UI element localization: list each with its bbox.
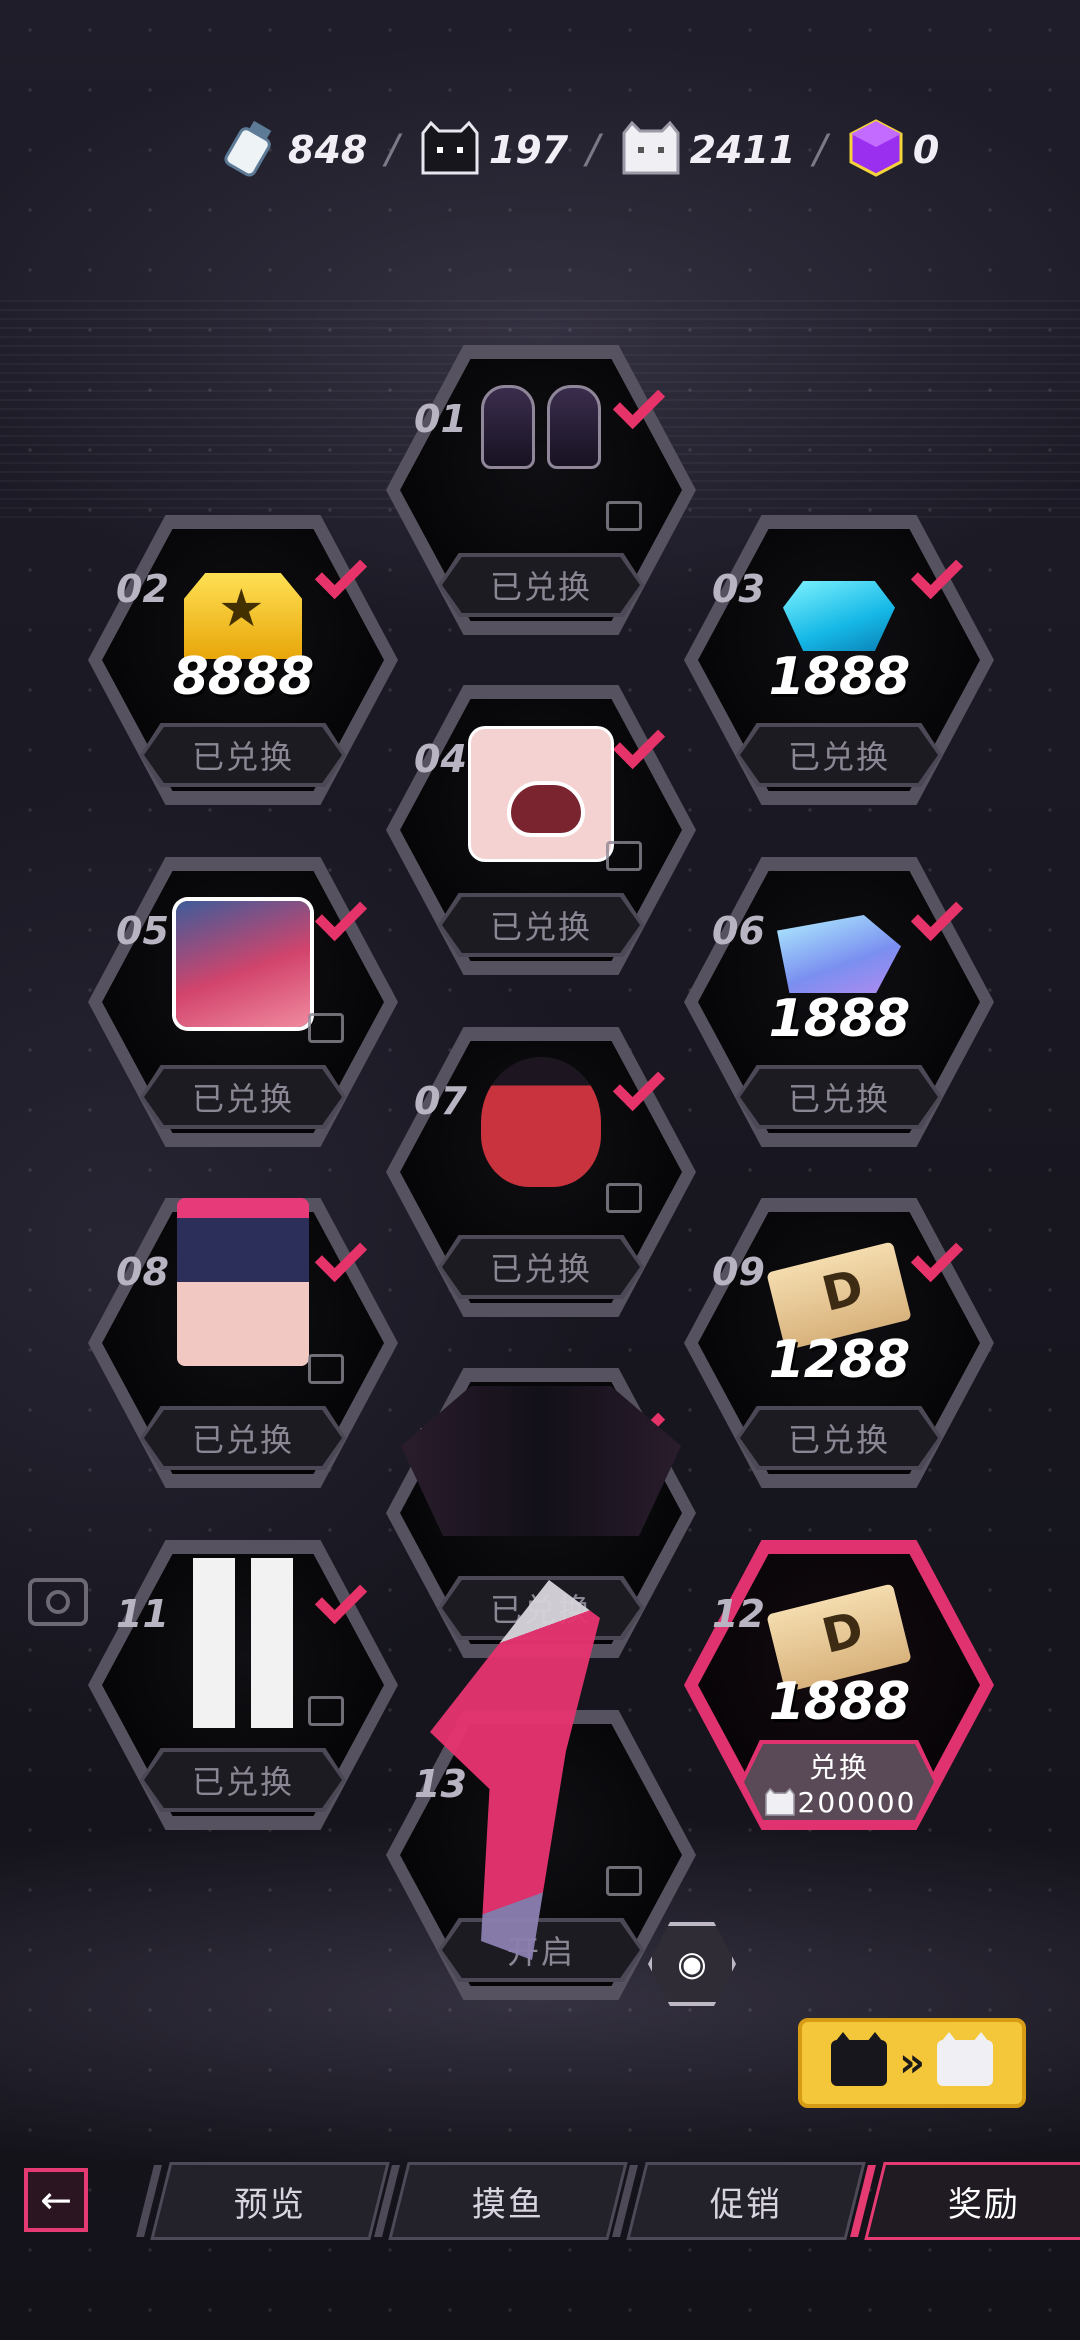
- shorts-icon: [177, 1198, 309, 1366]
- hat-hair-icon: [481, 1057, 601, 1187]
- reward-card-04[interactable]: 04 已兑换: [386, 685, 696, 975]
- reward-number: 02: [116, 567, 169, 611]
- reward-number: 06: [712, 909, 765, 953]
- redeemed-badge: 已兑换: [438, 553, 644, 617]
- reward-number: 07: [414, 1079, 467, 1123]
- reward-card-03[interactable]: 03 1888 已兑换: [684, 515, 994, 805]
- currency-cube: 0: [845, 117, 939, 183]
- jacket-icon: [401, 1386, 681, 1536]
- currency-convert-button[interactable]: »: [798, 2018, 1026, 2108]
- tab-slack[interactable]: 摸鱼: [374, 2162, 628, 2240]
- redeem-cost-value: 200000: [797, 1785, 917, 1819]
- reward-amount: 1888: [768, 647, 911, 707]
- purple-cube-icon: [845, 117, 907, 183]
- double-arrow-icon: »: [899, 2040, 925, 2086]
- reward-number: 12: [712, 1592, 765, 1636]
- reward-number: 03: [712, 567, 765, 611]
- shoes-category-icon: [308, 1696, 344, 1726]
- redeem-cost: 200000: [762, 1786, 917, 1819]
- redeemed-badge: 已兑换: [438, 893, 644, 957]
- reward-amount: 1288: [768, 1330, 911, 1390]
- avatar-portrait-icon: [176, 901, 310, 1027]
- camera-icon[interactable]: [28, 1578, 88, 1626]
- gloves-icon: [475, 385, 607, 473]
- separator: /: [385, 127, 399, 173]
- black-cat-box-icon: [417, 119, 483, 181]
- open-button[interactable]: 开启: [438, 1918, 644, 1982]
- redeem-button[interactable]: 兑换 200000: [740, 1740, 938, 1824]
- reward-amount: 8888: [172, 647, 315, 707]
- pants-category-icon: [308, 1354, 344, 1384]
- redeemed-badge: 已兑换: [438, 1235, 644, 1299]
- reward-card-12[interactable]: 12 1888 兑换 200000: [684, 1540, 994, 1830]
- white-cat-box-icon: [764, 1787, 795, 1816]
- reward-amount: 1888: [768, 989, 911, 1049]
- crystal-tag-icon: [777, 915, 901, 993]
- reward-number: 09: [712, 1250, 765, 1294]
- currency-milk-value: 848: [288, 128, 368, 172]
- redeemed-badge: 已兑换: [140, 1406, 346, 1470]
- ticket-icon: [766, 1241, 912, 1351]
- back-arrow-icon: ←: [40, 2178, 72, 2222]
- hat-category-icon: [606, 1183, 642, 1213]
- back-button[interactable]: ←: [24, 2168, 88, 2232]
- bottom-tabs: 预览 摸鱼 促销 奖励: [136, 2162, 1080, 2240]
- tab-preview[interactable]: 预览: [136, 2162, 390, 2240]
- reward-card-09[interactable]: 09 1288 已兑换: [684, 1198, 994, 1488]
- separator: /: [813, 127, 827, 173]
- redeemed-badge: 已兑换: [736, 1406, 942, 1470]
- currency-cube-value: 0: [912, 128, 940, 172]
- reward-card-01[interactable]: 01 已兑换: [386, 345, 696, 635]
- ticket-icon: [766, 1583, 912, 1693]
- redeemed-badge: 已兑换: [736, 723, 942, 787]
- tab-rewards[interactable]: 奖励: [850, 2162, 1080, 2240]
- reward-card-11[interactable]: 11 已兑换: [88, 1540, 398, 1830]
- socks-icon: [193, 1558, 293, 1728]
- reward-number: 11: [116, 1592, 169, 1636]
- redeemed-badge: 已兑换: [140, 723, 346, 787]
- white-cat-box-icon: [618, 119, 684, 181]
- redeemed-badge: 已兑换: [140, 1065, 346, 1129]
- reward-card-08[interactable]: 08 已兑换: [88, 1198, 398, 1488]
- mouth-face-icon: [471, 729, 611, 859]
- currency-white-cat-value: 2411: [689, 128, 796, 172]
- blue-gem-icon: [783, 581, 895, 651]
- black-cat-box-icon: [831, 2032, 888, 2086]
- portrait-category-icon: [308, 1013, 344, 1043]
- separator: /: [586, 127, 600, 173]
- reward-number: 04: [414, 737, 467, 781]
- redeem-label: 兑换: [808, 1750, 869, 1784]
- eye-icon: ◉: [677, 1944, 707, 1984]
- currency-white-cat: 2411: [618, 119, 796, 181]
- currency-black-cat: 197: [417, 119, 568, 181]
- reward-card-06[interactable]: 06 1888 已兑换: [684, 857, 994, 1147]
- currency-black-cat-value: 197: [488, 128, 569, 172]
- gloves-category-icon: [606, 501, 642, 531]
- white-cat-box-icon: [936, 2032, 993, 2086]
- reward-number: 13: [414, 1762, 467, 1806]
- reward-number: 08: [116, 1250, 169, 1294]
- reward-card-02[interactable]: 02 8888 已兑换: [88, 515, 398, 805]
- reward-amount: 1888: [768, 1672, 911, 1732]
- redeemed-badge: 已兑换: [736, 1065, 942, 1129]
- weapon-category-icon: [606, 1866, 642, 1896]
- milk-bottle-icon: [220, 117, 282, 183]
- mouth-category-icon: [606, 841, 642, 871]
- reward-number: 01: [414, 397, 467, 441]
- tab-promotion[interactable]: 促销: [612, 2162, 866, 2240]
- reward-card-05[interactable]: 05 已兑换: [88, 857, 398, 1147]
- reward-number: 05: [116, 909, 169, 953]
- reward-card-07[interactable]: 07 已兑换: [386, 1027, 696, 1317]
- currency-bar: 848 / 197 / 2411 / 0: [220, 115, 939, 185]
- redeemed-badge: 已兑换: [140, 1748, 346, 1812]
- currency-milk: 848: [220, 117, 367, 183]
